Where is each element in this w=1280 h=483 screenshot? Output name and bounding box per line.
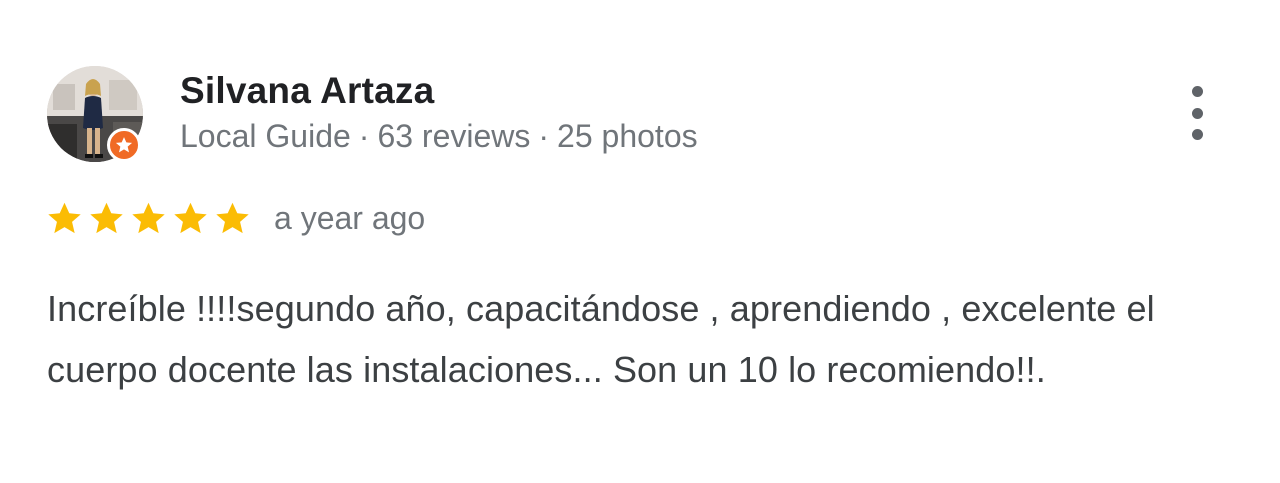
- review-count: 63 reviews: [377, 118, 531, 154]
- local-guide-star-icon: [115, 137, 133, 153]
- more-vert-icon-dot: [1191, 107, 1203, 119]
- meta-separator: ·: [358, 118, 370, 154]
- photo-count: 25 photos: [557, 118, 698, 154]
- review-card: Silvana Artaza Local Guide · 63 reviews · 25…: [0, 0, 1280, 483]
- more-vert-icon-dot: [1191, 86, 1203, 97]
- local-guide-badge: [107, 128, 141, 162]
- more-options-button[interactable]: [1178, 82, 1216, 144]
- reviewer-avatar-wrapper[interactable]: [47, 66, 143, 162]
- star-icon: [48, 202, 81, 233]
- rating-row: a year ago: [46, 196, 425, 240]
- meta-separator: ·: [538, 118, 550, 154]
- review-timestamp: a year ago: [274, 199, 426, 236]
- star-icon: [132, 202, 165, 233]
- reviewer-meta: Local Guide · 63 reviews · 25 photos: [180, 118, 698, 155]
- star-icon: [90, 202, 123, 233]
- star-icon: [174, 202, 207, 233]
- star-rating: [46, 200, 256, 237]
- more-vert-icon-dot: [1191, 129, 1203, 140]
- local-guide-label: Local Guide: [180, 118, 351, 154]
- review-text: Increíble !!!!segundo año, capacitándose…: [47, 288, 1155, 390]
- reviewer-name[interactable]: Silvana Artaza: [180, 70, 434, 112]
- star-icon: [216, 202, 249, 233]
